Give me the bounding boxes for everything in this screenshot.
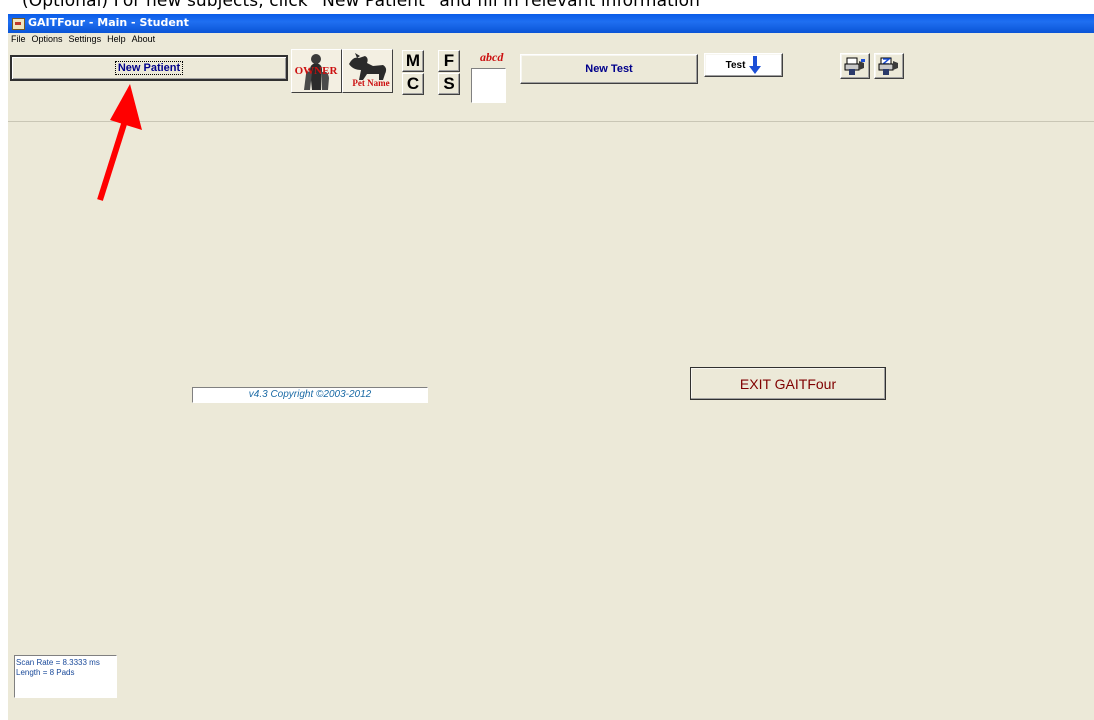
abcd-preview-box[interactable] <box>471 68 506 103</box>
copyright-box: v4.3 Copyright ©2003-2012 <box>192 387 428 403</box>
c-button[interactable]: C <box>402 73 424 95</box>
s-button[interactable]: S <box>438 73 460 95</box>
new-patient-button[interactable]: New Patient <box>10 55 288 81</box>
menu-file[interactable]: File <box>8 33 29 44</box>
exit-button[interactable]: EXIT GAITFour <box>690 367 886 400</box>
title-bar[interactable]: GAITFour - Main - Student <box>8 14 1094 33</box>
length-text: Length = 8 Pads <box>16 668 75 677</box>
test-dropdown-button[interactable]: Test <box>704 53 783 77</box>
annotation-arrow <box>97 84 142 201</box>
menu-settings[interactable]: Settings <box>66 33 105 44</box>
new-test-button[interactable]: New Test <box>520 54 698 84</box>
scan-rate-text: Scan Rate = 8.3333 ms <box>16 658 100 667</box>
scan-info-box: Scan Rate = 8.3333 ms Length = 8 Pads <box>14 655 117 698</box>
new-test-label: New Test <box>585 63 633 75</box>
export-button[interactable] <box>874 53 904 79</box>
toolbar: New Patient OWNER Pet Name M F C S abcd … <box>8 47 1094 122</box>
menu-help[interactable]: Help <box>104 33 129 44</box>
owner-person-icon: OWNER <box>292 50 341 92</box>
menu-bar: File Options Settings Help About <box>8 33 1094 47</box>
print-icon <box>844 57 865 75</box>
m-button[interactable]: M <box>402 50 424 72</box>
test-label: Test <box>725 59 746 71</box>
app-window: GAITFour - Main - Student File Options Set… <box>8 14 1094 720</box>
export-icon <box>878 57 898 75</box>
menu-about[interactable]: About <box>129 33 159 44</box>
pet-name-button[interactable]: Pet Name <box>342 49 393 93</box>
menu-options[interactable]: Options <box>29 33 66 44</box>
print-button[interactable] <box>840 53 870 79</box>
new-patient-label: New Patient <box>114 61 184 75</box>
owner-label: OWNER <box>295 65 339 77</box>
instruction-caption: (Optional) For new subjects, click “New … <box>0 0 1094 14</box>
exit-label: EXIT GAITFour <box>739 375 837 392</box>
pet-name-label: Pet Name <box>352 78 389 88</box>
dog-icon: Pet Name <box>343 50 392 92</box>
abcd-label: abcd <box>480 50 504 64</box>
f-button[interactable]: F <box>438 50 460 72</box>
arrow-down-icon <box>749 56 762 74</box>
window-title: GAITFour - Main - Student <box>28 16 189 29</box>
instruction-caption-text: (Optional) For new subjects, click “New … <box>22 0 701 11</box>
owner-button[interactable]: OWNER <box>291 49 342 93</box>
app-icon <box>12 18 25 30</box>
